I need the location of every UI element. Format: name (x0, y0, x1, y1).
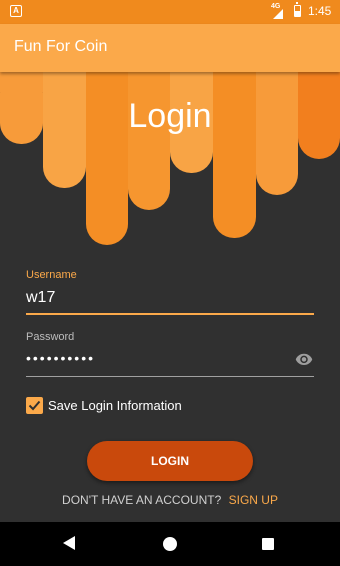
password-input[interactable]: •••••••••• (26, 350, 95, 366)
app-title: Fun For Coin (14, 38, 108, 55)
password-label: Password (26, 331, 75, 343)
signal-icon (273, 9, 283, 19)
back-icon[interactable] (63, 536, 75, 550)
save-login-checkbox[interactable] (26, 397, 43, 414)
login-heading: Login (128, 97, 212, 135)
home-icon[interactable] (163, 537, 177, 551)
password-underline (26, 376, 314, 377)
username-input[interactable]: w17 (26, 289, 55, 307)
status-time: 1:45 (308, 4, 332, 18)
navigation-bar (0, 522, 340, 566)
eye-icon[interactable] (293, 350, 315, 368)
username-underline (26, 313, 314, 315)
signup-row: DON'T HAVE AN ACCOUNT? SIGN UP (0, 493, 340, 507)
app-bar: Fun For Coin (0, 24, 340, 72)
username-label: Username (26, 269, 77, 281)
login-button[interactable]: LOGIN (87, 441, 253, 481)
app-notification-icon: A (10, 5, 22, 17)
recents-icon[interactable] (262, 538, 274, 550)
save-login-label[interactable]: Save Login Information (48, 398, 182, 413)
checkmark-icon (28, 400, 41, 411)
battery-icon (294, 2, 301, 17)
signup-link[interactable]: SIGN UP (229, 493, 278, 507)
status-bar: A 4G 1:45 (0, 0, 340, 24)
signup-prompt: DON'T HAVE AN ACCOUNT? (62, 493, 222, 507)
